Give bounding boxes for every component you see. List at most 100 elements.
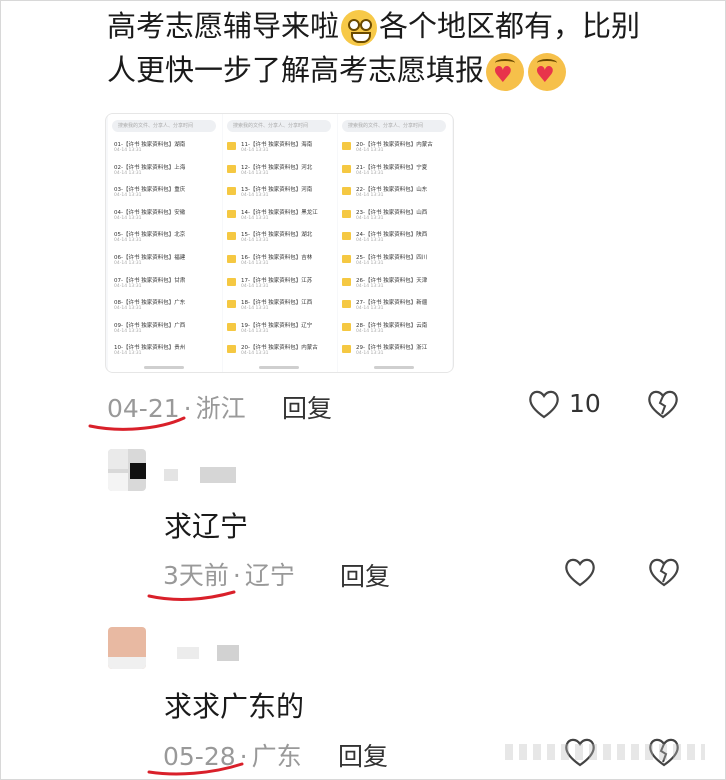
- folder-icon: [342, 142, 351, 150]
- thumbnail-file-name: 03-【许书 独家资料包】重庆: [114, 187, 186, 194]
- thumbnail-file-name: 01-【许书 独家资料包】湖南: [114, 142, 186, 148]
- thumbnail-home-bar: [259, 366, 299, 369]
- thumbnail-file-row: 27-【许书 独家资料包】新疆 04-14 13:31: [342, 296, 448, 316]
- folder-icon: [342, 277, 351, 286]
- thumbnail-file-row: 20-【许书 独家资料包】内蒙古 04-14 13:31: [227, 341, 333, 361]
- thumbnail-file-row: 15-【许书 独家资料包】湖北 04-14 13:31: [227, 228, 333, 248]
- thumbnail-file-date: 04-14 13:31: [356, 193, 384, 199]
- folder-icon: [342, 232, 351, 241]
- thumbnail-file-date: 04-14 13:31: [356, 261, 384, 266]
- comment-text: 求求广东的: [164, 690, 305, 723]
- folder-icon: [227, 322, 236, 331]
- thumbnail-file-row: 02-【许书 独家资料包】上海 04-14 13:31: [112, 161, 218, 181]
- thumbnail-file-row: 18-【许书 独家资料包】江西 04-14 13:31: [227, 296, 333, 316]
- avatar[interactable]: [108, 449, 146, 491]
- thumbnail-file-date: 04-14 13:31: [241, 261, 269, 266]
- thumbnail-file-date: 04-14 13:31: [241, 306, 269, 312]
- red-underline-mark: [147, 762, 244, 776]
- thumbnail-file-name: 12-【许书 独家资料包】河北: [241, 164, 313, 171]
- thumbnail-file-row: 28-【许书 独家资料包】云南 04-14 13:31: [342, 319, 448, 339]
- folder-icon: [342, 187, 351, 196]
- folder-icon: [227, 209, 236, 218]
- folder-icon: [227, 345, 236, 354]
- thumbnail-file-row: 17-【许书 独家资料包】江苏 04-14 13:31: [227, 274, 333, 294]
- comment-reply-button[interactable]: 回复: [340, 557, 390, 593]
- thumbnail-file-row: 26-【许书 独家资料包】天津 04-14 13:31: [342, 274, 448, 294]
- thumbnail-file-name: 20-【许书 独家资料包】内蒙古: [356, 142, 433, 148]
- thumbnail-home-bar: [374, 366, 414, 369]
- folder-icon: [342, 164, 351, 173]
- thumbnail-file-name: 26-【许书 独家资料包】天津: [356, 277, 428, 284]
- thumbnail-file-date: 04-14 13:31: [241, 148, 269, 153]
- thumbnail-file-date: 04-14 13:31: [356, 351, 384, 357]
- post-text-part: 人更快一步了解高考志愿填报: [107, 53, 485, 87]
- thumbnail-file-date: 04-14 13:31: [114, 261, 142, 266]
- broken-heart-icon[interactable]: [646, 388, 680, 420]
- thumbnail-file-date: 04-14 13:31: [356, 148, 384, 153]
- thumbnail-file-row: 22-【许书 独家资料包】山东 04-14 13:31: [342, 183, 448, 203]
- thumbnail-file-row: 24-【许书 独家资料包】陕西 04-14 13:31: [342, 228, 448, 248]
- thumbnail-file-date: 04-14 13:31: [114, 328, 142, 334]
- username-blurred[interactable]: [164, 467, 254, 483]
- heart-outline-icon[interactable]: [563, 556, 597, 588]
- thumbnail-file-row: 20-【许书 独家资料包】内蒙古 04-14 13:31: [342, 138, 448, 158]
- thumbnail-file-date: 04-14 13:31: [241, 215, 269, 221]
- thumbnail-file-name: 21-【许书 独家资料包】宁夏: [356, 164, 428, 171]
- thumbnail-column-2: 搜索我的文件、分享人、分享时间 11-【许书 独家资料包】海南 04-14 13:…: [223, 114, 337, 372]
- folder-icon: [227, 142, 236, 150]
- post-image-thumbnail[interactable]: 搜索我的文件、分享人、分享时间 01-【许书 独家资料包】湖南 04-14 13:…: [105, 113, 454, 373]
- comment-region: 广东: [251, 742, 302, 771]
- thumbnail-file-row: 21-【许书 独家资料包】宁夏 04-14 13:31: [342, 161, 448, 181]
- thumbnail-file-date: 04-14 13:31: [114, 148, 142, 153]
- thumbnail-file-name: 27-【许书 独家资料包】新疆: [356, 300, 428, 307]
- thumbnail-file-row: 25-【许书 独家资料包】四川 04-14 13:31: [342, 251, 448, 271]
- thumbnail-file-date: 04-14 13:31: [356, 283, 384, 289]
- post-text: 高考志愿辅导来啦 各个地区都有，比别 人更快一步了解高考志愿填报: [107, 4, 707, 92]
- folder-icon: [342, 322, 351, 331]
- post-like-count: 10: [569, 389, 601, 418]
- post-text-part: 高考志愿辅导来啦: [107, 9, 340, 43]
- comment-region: 辽宁: [244, 561, 295, 590]
- folder-icon: [227, 187, 236, 196]
- watermark: [505, 744, 705, 760]
- thumbnail-column-3: 搜索我的文件、分享人、分享时间 20-【许书 独家资料包】内蒙古 04-14 13…: [338, 114, 452, 372]
- thumbnail-file-date: 04-14 13:31: [114, 306, 142, 312]
- heart-outline-icon[interactable]: [527, 388, 561, 420]
- thumbnail-file-row: 19-【许书 独家资料包】辽宁 04-14 13:31: [227, 319, 333, 339]
- username-blurred[interactable]: [177, 645, 247, 661]
- folder-icon: [227, 164, 236, 173]
- comment-reply-button[interactable]: 回复: [338, 737, 388, 773]
- thumbnail-file-row: 09-【许书 独家资料包】广西 04-14 13:31: [112, 319, 218, 339]
- thumbnail-file-row: 16-【许书 独家资料包】吉林 04-14 13:31: [227, 251, 333, 271]
- thumbnail-file-row: 10-【许书 独家资料包】贵州 04-14 13:31: [112, 341, 218, 361]
- post-text-part: 各个地区都有，比别: [379, 9, 641, 43]
- thumbnail-file-name: 06-【许书 独家资料包】福建: [114, 255, 186, 261]
- thumbnail-file-date: 04-14 13:31: [241, 328, 269, 334]
- thumbnail-file-row: 04-【许书 独家资料包】安徽 04-14 13:31: [112, 206, 218, 226]
- comment-text: 求辽宁: [164, 510, 249, 543]
- thumbnail-file-name: 14-【许书 独家资料包】黑龙江: [241, 209, 318, 216]
- thumbnail-file-date: 04-14 13:31: [114, 283, 142, 289]
- thumbnail-file-name: 19-【许书 独家资料包】辽宁: [241, 322, 313, 329]
- thumbnail-file-name: 04-【许书 独家资料包】安徽: [114, 209, 186, 216]
- red-underline-mark: [147, 590, 236, 601]
- thumbnail-file-date: 04-14 13:31: [241, 238, 269, 244]
- red-underline-mark: [88, 416, 186, 431]
- thumbnail-file-row: 12-【许书 独家资料包】河北 04-14 13:31: [227, 161, 333, 181]
- thumbnail-search-bar: 搜索我的文件、分享人、分享时间: [112, 120, 216, 132]
- thumbnail-file-date: 04-14 13:31: [241, 283, 269, 289]
- thumbnail-column-1: 搜索我的文件、分享人、分享时间 01-【许书 独家资料包】湖南 04-14 13:…: [108, 114, 222, 372]
- thumbnail-file-row: 23-【许书 独家资料包】山西 04-14 13:31: [342, 206, 448, 226]
- avatar[interactable]: [108, 627, 146, 669]
- thumbnail-file-date: 04-14 13:31: [241, 170, 269, 176]
- post-reply-button[interactable]: 回复: [282, 389, 332, 425]
- thumbnail-file-date: 04-14 13:31: [241, 193, 269, 199]
- thumbnail-file-name: 02-【许书 独家资料包】上海: [114, 164, 186, 171]
- thumbnail-file-date: 04-14 13:31: [241, 351, 269, 357]
- thumbnail-file-date: 04-14 13:31: [114, 238, 142, 244]
- broken-heart-icon[interactable]: [647, 556, 681, 588]
- thumbnail-file-date: 04-14 13:31: [114, 193, 142, 199]
- thumbnail-file-row: 07-【许书 独家资料包】甘肃 04-14 13:31: [112, 274, 218, 294]
- thumbnail-file-name: 07-【许书 独家资料包】甘肃: [114, 277, 186, 284]
- thumbnail-file-date: 04-14 13:31: [356, 306, 384, 312]
